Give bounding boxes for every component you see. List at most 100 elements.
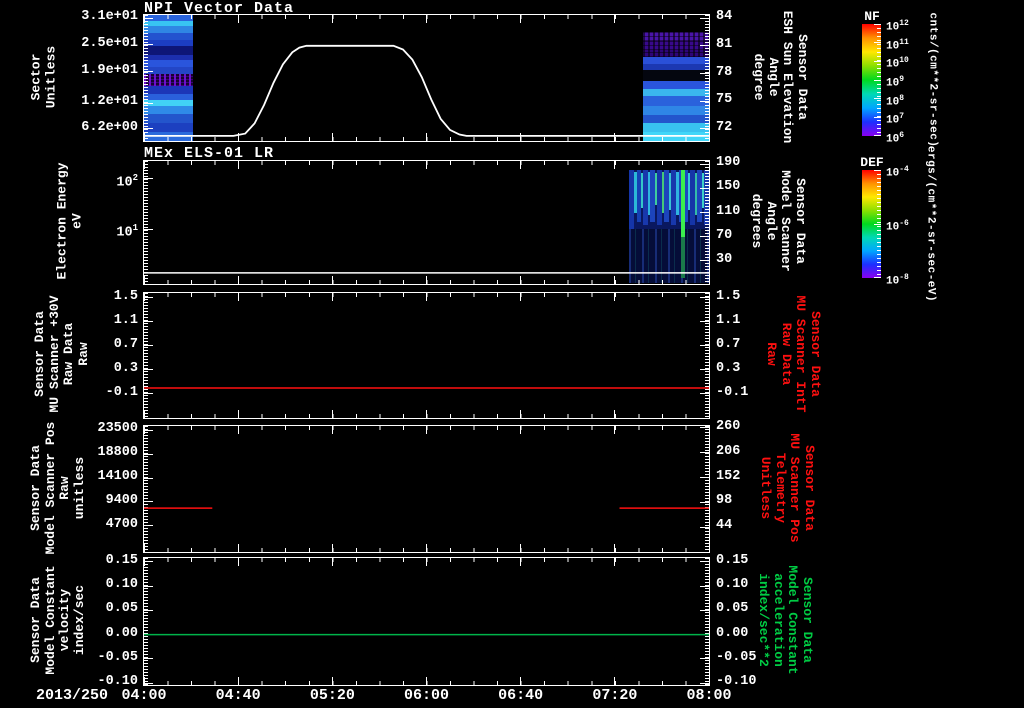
nf-colorbar-tick-label: 1012 [886,19,909,34]
p5-ytick-label: 0.00 [716,625,749,641]
x-tick-label: 08:00 [686,687,732,704]
p3-ytick-label: 0.7 [716,336,741,352]
colorbar-major-tick [874,60,881,62]
nf-colorbar-unit: cnts/(cm**2-sr-sec) [925,13,940,148]
p3-ytick-label: 1.5 [113,288,138,304]
p3-series-layer [144,387,709,389]
axis-label-line: Raw Data [779,322,794,386]
panel1-title: NPI Vector Data [144,0,295,17]
colorbar-major-tick [874,42,881,44]
axis-label-line: Sensor Data [32,311,47,397]
axis-label-line: unitless [71,456,87,520]
axis-label-line: MU Scanner IntT [793,295,809,413]
p1-ytick-label: 3.1e+01 [81,9,138,25]
nf-colorbar-tick-label: 1011 [886,37,909,53]
p4-ytick-label: 260 [716,418,741,434]
panel-mu-scanner-30v [143,292,710,419]
nf-colorbar-tick-label: 108 [886,93,905,109]
p4-ytick-label: 44 [716,518,733,534]
panel-scanner-pos [143,425,710,553]
unit-text: cnts/(cm**2-sr-sec) [926,12,939,148]
p2-ytick-label: 190 [716,155,741,171]
p4-series-layer [144,507,709,509]
p3-ytick-label: -0.1 [105,384,138,400]
colorbar-major-tick [874,223,881,225]
p1-ytick-label: 2.5e+01 [81,35,138,51]
x-tick-label: 04:40 [215,687,261,704]
p4-ytick-label: 23500 [97,421,138,437]
panel-els-spectrogram [143,160,710,285]
colorbar-major-tick [874,277,881,278]
nf-colorbar [862,24,881,136]
p4-ytick-label: 206 [716,443,741,459]
p4-ytick-label: 152 [716,468,741,484]
colorbar-major-tick [874,135,881,136]
def-colorbar-tick-label: 10-4 [886,165,909,180]
plot-page: NPI Vector Data MEx ELS-01 LR Sector Uni… [0,0,1024,708]
p1-ytick-label: 75 [716,92,733,108]
def-colorbar-unit: ergs/(cm**2-sr-sec-eV) [923,146,938,302]
colorbar-major-tick [874,79,881,81]
axis-label-line: Model Constant [785,565,801,675]
colorbar-major-tick [874,116,881,118]
colorbar-major-tick [874,170,881,171]
p4-ytick-label: 9400 [105,492,138,508]
unit-text: ergs/(cm**2-sr-sec-eV) [924,145,937,303]
panel-model-constant [143,557,710,686]
x-tick-label: 07:20 [592,687,638,704]
panel4-left-axis-label: Sensor Data Model Scanner Pos Raw unitle… [28,422,87,555]
p5-ytick-label: -0.05 [97,649,138,665]
p5-series-layer [144,633,709,636]
p5-ytick-label: 0.10 [105,577,138,593]
axis-label-line: Sensor Data [795,34,810,120]
nf-colorbar-tick-label: 109 [886,75,905,90]
axis-label-line: Sensor Data [28,577,43,663]
p1-series-line [144,44,709,137]
p2-ytick-label: 102 [116,172,138,191]
p5-ytick-label: 0.05 [716,601,749,617]
p5-ytick-label: 0.15 [716,552,749,568]
p1-ytick-label: 1.2e+01 [81,94,138,110]
p4-ytick-label: 98 [716,493,733,509]
p2-ytick-label: 110 [716,203,741,219]
p2-ytick-label: 150 [716,179,741,195]
p2-series-layer [144,272,709,274]
x-tick-label: 05:20 [309,687,355,704]
colorbar-major-tick [874,24,881,25]
p1-ytick-label: 81 [716,36,733,52]
axis-label-line: Sector [28,53,44,101]
def-colorbar [862,170,881,278]
nf-colorbar-tick-label: 1010 [886,56,909,71]
p4-ytick-label: 14100 [97,469,138,484]
p5-ytick-label: -0.05 [716,649,757,665]
p1-ytick-label: 72 [716,119,733,135]
p5-ytick-label: 0.10 [716,577,749,593]
p1-ytick-label: 1.9e+01 [81,62,138,78]
p3-ytick-label: 1.1 [716,312,741,328]
p5-ytick-label: 0.15 [105,552,138,568]
axis-label-line: Sensor Data [28,445,43,531]
p3-ytick-label: 1.5 [716,288,741,304]
axis-label-line: Model Constant [42,565,58,675]
axis-label-line: Unitless [43,45,58,109]
x-tick-label: 04:00 [121,687,167,704]
axis-label-line: MU Scanner Pos [787,433,803,543]
p3-ytick-label: 1.1 [113,312,138,328]
def-colorbar-tick-label: 10-8 [886,273,909,288]
p4-ytick-label: 4700 [105,516,138,532]
panel1-left-axis-label: Sector Unitless [28,45,59,109]
x-tick-label: 06:00 [403,687,449,704]
axis-label-line: Raw [57,476,72,500]
p1-series-layer [144,44,709,137]
panel-npi-vector [143,14,710,142]
axis-label-line: Sensor Data [802,445,817,531]
axis-label-line: ESH Sun Elevation [780,10,796,144]
x-tick-label: 06:40 [498,687,544,704]
p1-ytick-label: 84 [716,9,733,25]
nf-colorbar-tick-label: 107 [886,112,905,127]
nf-colorbar-tick-label: 106 [886,131,905,146]
p2-ytick-label: 30 [716,251,733,267]
p1-ytick-label: 78 [716,64,733,80]
colorbar-major-tick [874,98,881,100]
def-colorbar-tick-label: 10-6 [886,219,909,234]
